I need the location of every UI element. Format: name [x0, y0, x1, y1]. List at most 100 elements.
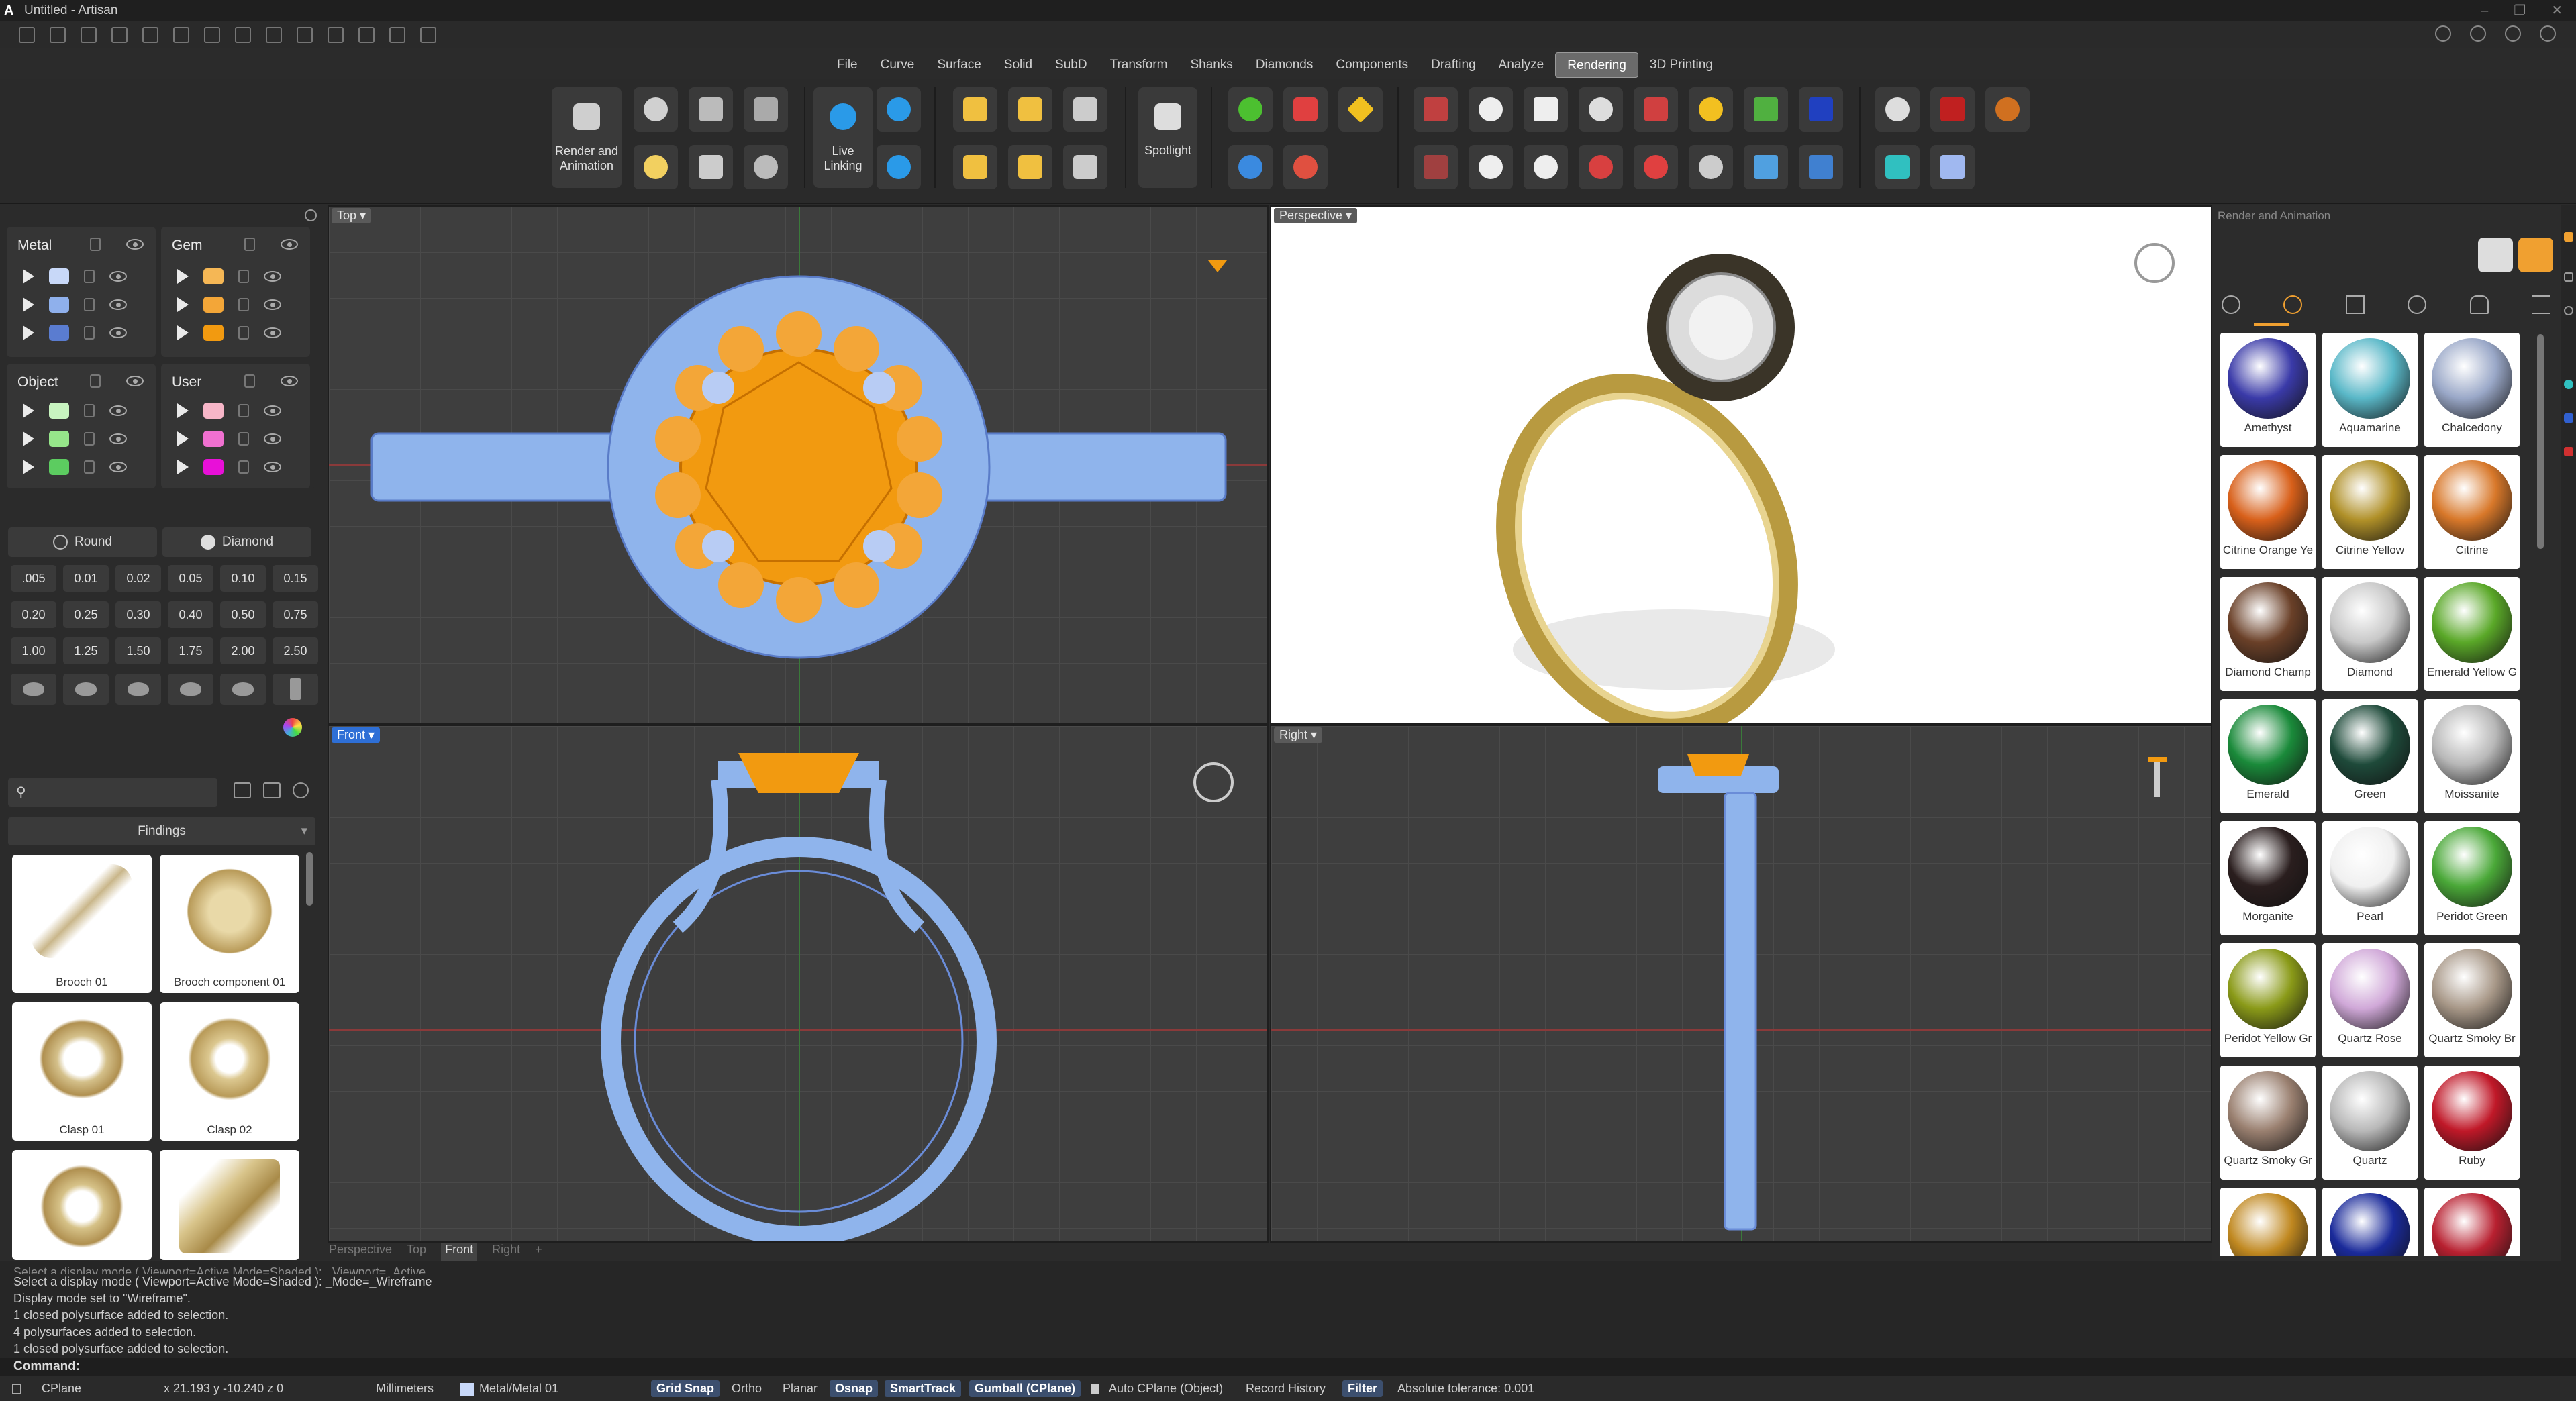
material-list-icon[interactable] [689, 145, 733, 189]
cut-style-button[interactable] [273, 674, 318, 705]
play-icon[interactable] [23, 431, 34, 446]
material-tile[interactable] [2322, 1188, 2418, 1256]
color-swatch[interactable] [203, 268, 224, 284]
group-icon[interactable] [358, 27, 375, 43]
decal-edit-icon[interactable] [1008, 87, 1052, 132]
settings-icon[interactable] [2435, 25, 2451, 42]
tab-front[interactable]: Front [441, 1243, 478, 1263]
units-label[interactable]: Millimeters [376, 1382, 434, 1396]
material-tile[interactable]: Quartz Rose [2322, 943, 2418, 1057]
menu-3d-printing[interactable]: 3D Printing [1638, 52, 1724, 78]
environment-icon[interactable] [744, 87, 788, 132]
round-shape-button[interactable]: Round [8, 527, 157, 557]
properties-icon[interactable] [2564, 272, 2573, 282]
decal-icon[interactable] [953, 87, 997, 132]
menu-drafting[interactable]: Drafting [1420, 52, 1487, 78]
tab-environment-icon[interactable] [2469, 295, 2489, 314]
play-icon[interactable] [23, 325, 34, 340]
spheres-icon[interactable] [1228, 145, 1273, 189]
search-input[interactable] [35, 782, 209, 802]
material-tile[interactable]: Diamond Champ [2220, 577, 2316, 691]
size-button[interactable]: 1.25 [63, 637, 109, 664]
new-file-icon[interactable] [19, 27, 35, 43]
viewport-label-front[interactable]: Front ▾ [332, 727, 381, 743]
cplane-label[interactable]: CPlane [42, 1382, 81, 1396]
eye-icon[interactable] [264, 433, 281, 444]
material-tile[interactable]: Citrine Yellow [2322, 455, 2418, 569]
texture-icon[interactable] [953, 145, 997, 189]
tab-more-icon[interactable] [2408, 295, 2427, 314]
lock-icon[interactable] [238, 298, 249, 311]
open-icon[interactable] [81, 27, 97, 43]
finding-tile[interactable]: Clasp 01 [12, 1002, 152, 1141]
material-tile[interactable] [2424, 1188, 2520, 1256]
render-tool-icon[interactable] [2564, 380, 2573, 389]
current-layer[interactable]: Metal/Metal 01 [479, 1382, 558, 1396]
lock-icon[interactable] [84, 270, 95, 283]
tab-gem-icon[interactable] [2283, 295, 2303, 314]
findings-scrollbar[interactable] [306, 852, 313, 906]
undo-icon[interactable] [142, 27, 158, 43]
align-icon[interactable] [420, 27, 436, 43]
lifebuoy-icon[interactable] [1634, 145, 1678, 189]
cut-style-button[interactable] [220, 674, 266, 705]
play-icon[interactable] [177, 431, 189, 446]
checker-icon[interactable] [1008, 145, 1052, 189]
box-outline-icon[interactable] [1414, 145, 1458, 189]
eye-icon[interactable] [281, 376, 298, 386]
duck-icon[interactable] [1689, 87, 1733, 132]
play-icon[interactable] [23, 297, 34, 312]
size-button[interactable]: 0.01 [63, 565, 109, 592]
material-tile[interactable]: Morganite [2220, 821, 2316, 935]
lock-icon[interactable] [84, 404, 95, 417]
size-button[interactable]: 0.15 [273, 565, 318, 592]
material-tile[interactable]: Emerald [2220, 699, 2316, 813]
lock-icon[interactable] [84, 326, 95, 340]
eye-icon[interactable] [109, 327, 127, 338]
material-tile[interactable]: Emerald Yellow G [2424, 577, 2520, 691]
pattern-icon[interactable] [1579, 87, 1623, 132]
export-icon[interactable] [266, 27, 282, 43]
eye-icon[interactable] [109, 299, 127, 310]
select-icon[interactable] [328, 27, 344, 43]
eye-icon[interactable] [109, 462, 127, 472]
size-button[interactable]: 0.10 [220, 565, 266, 592]
sketch-icon[interactable] [297, 27, 313, 43]
lock-icon[interactable] [244, 238, 255, 251]
finding-tile[interactable]: Brooch component 01 [160, 855, 299, 993]
add-folder-icon[interactable] [234, 782, 251, 798]
menu-transform[interactable]: Transform [1099, 52, 1179, 78]
save-icon[interactable] [204, 27, 220, 43]
tab-texture-icon[interactable] [2345, 295, 2365, 314]
size-button[interactable]: 1.00 [11, 637, 56, 664]
filter-toggle[interactable]: Filter [1342, 1380, 1383, 1397]
brush-icon[interactable] [1799, 145, 1843, 189]
ball-icon[interactable] [1469, 145, 1513, 189]
render-preview-button[interactable] [2478, 238, 2513, 272]
menu-shanks[interactable]: Shanks [1179, 52, 1244, 78]
cut-style-button[interactable] [63, 674, 109, 705]
image-icon[interactable] [1063, 87, 1107, 132]
lock-icon[interactable] [238, 326, 249, 340]
eye-icon[interactable] [126, 376, 144, 386]
lock-icon[interactable] [238, 404, 249, 417]
color-swatch[interactable] [49, 403, 69, 419]
add-viewport-button[interactable]: + [535, 1243, 542, 1263]
material-tile[interactable]: Diamond [2322, 577, 2418, 691]
material-tile[interactable]: Moissanite [2424, 699, 2520, 813]
cube-blue-icon[interactable] [1799, 87, 1843, 132]
diamond-shape-button[interactable]: Diamond [162, 527, 311, 557]
menu-file[interactable]: File [826, 52, 869, 78]
eye-icon[interactable] [264, 405, 281, 416]
robot-red-icon[interactable] [1634, 87, 1678, 132]
eye-icon[interactable] [109, 433, 127, 444]
color-swatch[interactable] [49, 459, 69, 475]
eye-icon[interactable] [109, 405, 127, 416]
play-icon[interactable] [177, 403, 189, 418]
osnap-toggle[interactable]: Osnap [830, 1380, 879, 1397]
size-button[interactable]: .005 [11, 565, 56, 592]
size-button[interactable]: 2.50 [273, 637, 318, 664]
play-icon[interactable] [177, 297, 189, 312]
viewport-label-perspective[interactable]: Perspective ▾ [1274, 208, 1358, 223]
material-tile[interactable]: Aquamarine [2322, 333, 2418, 447]
